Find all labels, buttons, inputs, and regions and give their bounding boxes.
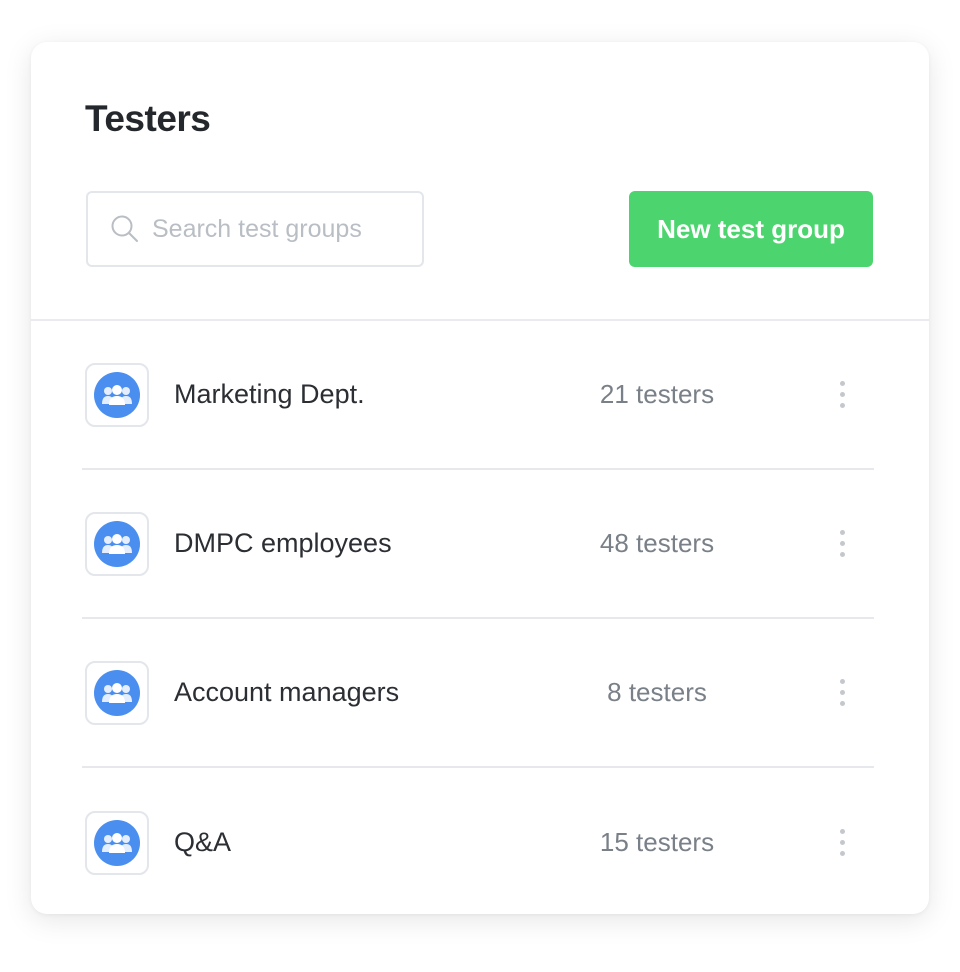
list-item[interactable]: Account managers 8 testers (82, 619, 874, 768)
group-icon (102, 533, 132, 554)
avatar (85, 810, 149, 875)
group-name: Q&A (174, 827, 232, 857)
group-name: DMPC employees (174, 528, 392, 558)
more-options-icon[interactable] (830, 673, 854, 713)
avatar (85, 362, 149, 427)
avatar (85, 511, 149, 576)
test-group-list: Marketing Dept. 21 testers DMPC employee… (82, 321, 874, 917)
testers-card: Testers New test group (31, 42, 929, 914)
group-name: Marketing Dept. (174, 379, 365, 409)
group-icon (102, 832, 132, 853)
tester-count: 21 testers (599, 379, 715, 409)
search-input[interactable] (152, 214, 412, 244)
tester-count: 48 testers (599, 528, 715, 558)
group-icon (102, 384, 132, 405)
more-options-icon[interactable] (830, 524, 854, 564)
page-title: Testers (85, 98, 211, 139)
more-options-icon[interactable] (830, 375, 854, 415)
list-item[interactable]: DMPC employees 48 testers (82, 470, 874, 619)
search-box[interactable] (86, 191, 424, 267)
group-name: Account managers (174, 677, 400, 707)
group-icon (102, 682, 132, 703)
list-item[interactable]: Q&A 15 testers (82, 768, 874, 917)
tester-count: 8 testers (607, 677, 707, 707)
tester-count: 15 testers (599, 827, 715, 857)
avatar (85, 660, 149, 725)
search-icon (111, 215, 138, 242)
list-item[interactable]: Marketing Dept. 21 testers (82, 321, 874, 470)
more-options-icon[interactable] (830, 823, 854, 863)
new-test-group-button[interactable]: New test group (629, 191, 873, 267)
